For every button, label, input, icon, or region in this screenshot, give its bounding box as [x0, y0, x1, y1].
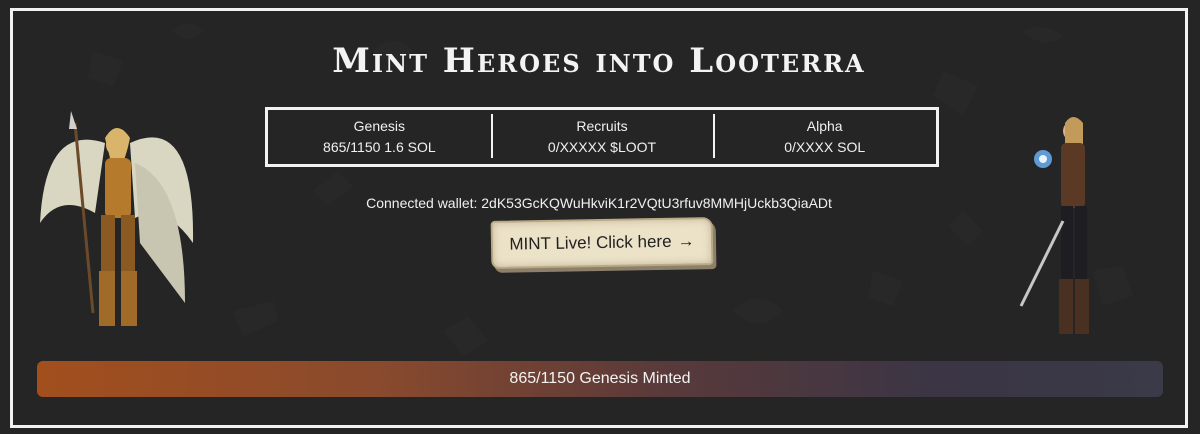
stat-value: 0/XXXXX $LOOT	[547, 139, 657, 155]
stat-alpha: Alpha 0/XXXX SOL	[713, 114, 936, 158]
stat-value: 0/XXXX SOL	[784, 139, 866, 155]
connected-wallet-text: Connected wallet: 2dK53GcKQWuHkviK1r2VQt…	[366, 195, 832, 211]
page-title: Mint Heroes into Looterra	[332, 41, 866, 81]
angel-warrior-illustration	[40, 111, 194, 326]
main-frame: Mint Heroes into Looterra Genesis 865/11…	[10, 8, 1188, 428]
collection-stats-box: Genesis 865/1150 1.6 SOL Recruits 0/XXXX…	[265, 107, 939, 167]
stat-genesis: Genesis 865/1150 1.6 SOL	[268, 116, 491, 158]
stat-label: Recruits	[576, 118, 628, 134]
stat-recruits: Recruits 0/XXXXX $LOOT	[490, 114, 714, 158]
stat-value: 865/1150 1.6 SOL	[323, 139, 436, 155]
stat-label: Alpha	[806, 118, 843, 134]
mint-progress-text: 865/1150 Genesis Minted	[509, 370, 691, 387]
sword-mage-illustration	[1019, 117, 1089, 334]
mint-button[interactable]: MINT Live! Click here →	[490, 217, 714, 269]
arrow-right-icon: →	[677, 231, 695, 251]
mint-button-label: MINT Live! Click here	[509, 231, 672, 254]
stat-label: Genesis	[353, 118, 406, 134]
mint-progress-bar: 865/1150 Genesis Minted	[37, 361, 1163, 397]
